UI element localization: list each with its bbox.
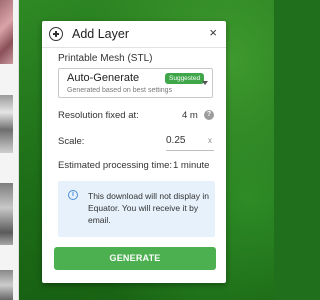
dialog-header: Add Layer × (42, 21, 226, 48)
scale-value: 0.25 (166, 135, 186, 146)
info-box: i This download will not display in Equa… (58, 181, 215, 237)
section-label: Printable Mesh (STL) (58, 53, 153, 64)
generate-button[interactable]: GENERATE (54, 247, 216, 270)
resolution-label: Resolution fixed at: (58, 110, 139, 121)
scale-unit: x (208, 136, 212, 145)
add-layer-dialog: Add Layer × Printable Mesh (STL) Auto-Ge… (42, 21, 226, 283)
scale-input[interactable]: 0.25 x (166, 133, 214, 151)
select-value: Auto-Generate (67, 72, 140, 84)
thumbnail-image[interactable] (0, 0, 13, 64)
scale-label: Scale: (58, 136, 85, 147)
thumbnail-image[interactable] (0, 95, 13, 153)
resolution-value: 4 m (182, 110, 198, 121)
dialog-title: Add Layer (72, 27, 129, 41)
processing-time-label: Estimated processing time: (58, 160, 173, 171)
thumbnail-image[interactable] (0, 270, 13, 300)
suggested-badge: Suggested (165, 73, 205, 84)
info-icon: i (68, 190, 78, 200)
mesh-type-select[interactable]: Auto-Generate Suggested Generated based … (58, 68, 213, 98)
info-text: This download will not display in Equato… (88, 191, 209, 225)
thumbnail-strip (0, 0, 19, 300)
close-icon[interactable]: × (209, 26, 217, 40)
caret-down-icon[interactable] (202, 81, 208, 85)
processing-time-value: 1 minute (173, 160, 210, 171)
help-icon[interactable]: ? (204, 110, 214, 120)
add-circle-icon (49, 27, 63, 41)
thumbnail-image[interactable] (0, 183, 13, 245)
select-helper-text: Generated based on best settings (67, 87, 173, 94)
